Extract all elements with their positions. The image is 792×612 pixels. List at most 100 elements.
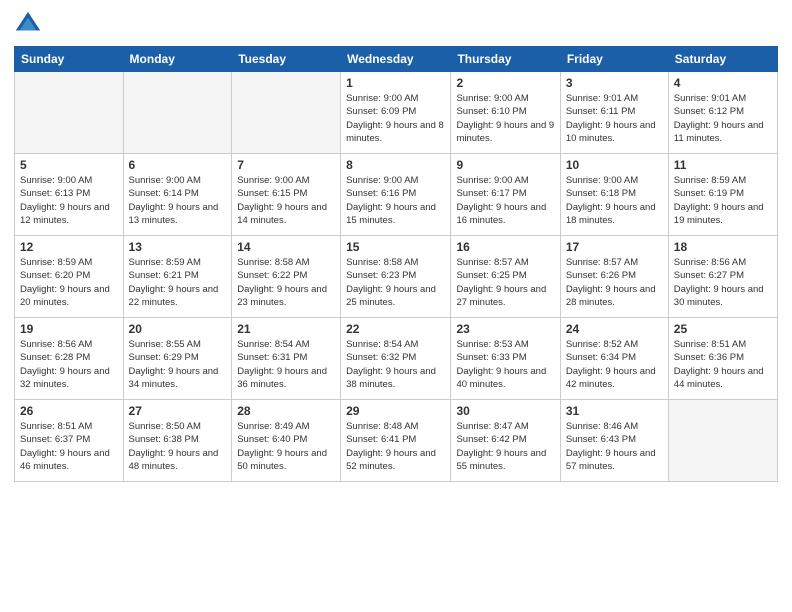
calendar-cell: 13Sunrise: 8:59 AMSunset: 6:21 PMDayligh… (123, 236, 232, 318)
day-number: 14 (237, 240, 335, 254)
week-row-1: 1 Sunrise: 9:00 AMSunset: 6:09 PMDaylight… (15, 72, 778, 154)
day-info: Sunrise: 8:54 AMSunset: 6:32 PMDaylight:… (346, 338, 445, 391)
day-number: 10 (566, 158, 663, 172)
day-number: 11 (674, 158, 772, 172)
calendar-cell: 26 Sunrise: 8:51 AMSunset: 6:37 PMDayligh… (15, 400, 124, 482)
calendar-cell: 9Sunrise: 9:00 AMSunset: 6:17 PMDaylight… (451, 154, 560, 236)
calendar-cell: 24 Sunrise: 8:52 AMSunset: 6:34 PMDayligh… (560, 318, 668, 400)
logo-icon (14, 10, 42, 38)
day-header-wednesday: Wednesday (341, 47, 451, 72)
day-info: Sunrise: 8:48 AMSunset: 6:41 PMDaylight:… (346, 420, 445, 473)
calendar-cell: 11 Sunrise: 8:59 AMSunset: 6:19 PMDayligh… (668, 154, 777, 236)
calendar-cell: 19Sunrise: 8:56 AMSunset: 6:28 PMDayligh… (15, 318, 124, 400)
calendar-header-row: SundayMondayTuesdayWednesdayThursdayFrid… (15, 47, 778, 72)
day-number: 24 (566, 322, 663, 336)
calendar-cell: 17 Sunrise: 8:57 AMSunset: 6:26 PMDayligh… (560, 236, 668, 318)
day-info: Sunrise: 9:00 AMSunset: 6:16 PMDaylight:… (346, 174, 445, 227)
calendar-cell: 31 Sunrise: 8:46 AMSunset: 6:43 PMDayligh… (560, 400, 668, 482)
day-info: Sunrise: 8:51 AMSunset: 6:36 PMDaylight:… (674, 338, 772, 391)
day-info: Sunrise: 8:58 AMSunset: 6:23 PMDaylight:… (346, 256, 445, 309)
day-header-friday: Friday (560, 47, 668, 72)
day-number: 1 (346, 76, 445, 90)
day-number: 6 (129, 158, 227, 172)
calendar-cell: 21 Sunrise: 8:54 AMSunset: 6:31 PMDayligh… (232, 318, 341, 400)
calendar-cell: 12Sunrise: 8:59 AMSunset: 6:20 PMDayligh… (15, 236, 124, 318)
day-number: 18 (674, 240, 772, 254)
day-info: Sunrise: 8:58 AMSunset: 6:22 PMDaylight:… (237, 256, 335, 309)
day-info: Sunrise: 8:52 AMSunset: 6:34 PMDaylight:… (566, 338, 663, 391)
calendar-cell (668, 400, 777, 482)
day-info: Sunrise: 8:59 AMSunset: 6:21 PMDaylight:… (129, 256, 227, 309)
day-header-thursday: Thursday (451, 47, 560, 72)
calendar-cell: 4 Sunrise: 9:01 AMSunset: 6:12 PMDaylight… (668, 72, 777, 154)
day-number: 15 (346, 240, 445, 254)
logo (14, 10, 46, 38)
day-number: 4 (674, 76, 772, 90)
calendar-cell: 2 Sunrise: 9:00 AMSunset: 6:10 PMDaylight… (451, 72, 560, 154)
day-number: 2 (456, 76, 554, 90)
day-number: 28 (237, 404, 335, 418)
day-number: 27 (129, 404, 227, 418)
day-info: Sunrise: 8:49 AMSunset: 6:40 PMDaylight:… (237, 420, 335, 473)
calendar-cell: 28 Sunrise: 8:49 AMSunset: 6:40 PMDayligh… (232, 400, 341, 482)
day-info: Sunrise: 9:00 AMSunset: 6:18 PMDaylight:… (566, 174, 663, 227)
day-info: Sunrise: 8:50 AMSunset: 6:38 PMDaylight:… (129, 420, 227, 473)
week-row-2: 5Sunrise: 9:00 AMSunset: 6:13 PMDaylight… (15, 154, 778, 236)
day-header-tuesday: Tuesday (232, 47, 341, 72)
day-info: Sunrise: 8:47 AMSunset: 6:42 PMDaylight:… (456, 420, 554, 473)
calendar-cell: 1 Sunrise: 9:00 AMSunset: 6:09 PMDaylight… (341, 72, 451, 154)
calendar-cell: 6 Sunrise: 9:00 AMSunset: 6:14 PMDaylight… (123, 154, 232, 236)
day-info: Sunrise: 8:53 AMSunset: 6:33 PMDaylight:… (456, 338, 554, 391)
calendar-cell: 18 Sunrise: 8:56 AMSunset: 6:27 PMDayligh… (668, 236, 777, 318)
day-info: Sunrise: 8:51 AMSunset: 6:37 PMDaylight:… (20, 420, 118, 473)
header (14, 10, 778, 38)
calendar-cell: 27 Sunrise: 8:50 AMSunset: 6:38 PMDayligh… (123, 400, 232, 482)
day-number: 5 (20, 158, 118, 172)
week-row-5: 26 Sunrise: 8:51 AMSunset: 6:37 PMDayligh… (15, 400, 778, 482)
day-info: Sunrise: 9:00 AMSunset: 6:17 PMDaylight:… (456, 174, 554, 227)
calendar-cell (123, 72, 232, 154)
day-info: Sunrise: 8:54 AMSunset: 6:31 PMDaylight:… (237, 338, 335, 391)
day-number: 29 (346, 404, 445, 418)
day-number: 21 (237, 322, 335, 336)
week-row-4: 19Sunrise: 8:56 AMSunset: 6:28 PMDayligh… (15, 318, 778, 400)
day-number: 16 (456, 240, 554, 254)
calendar-cell: 10 Sunrise: 9:00 AMSunset: 6:18 PMDayligh… (560, 154, 668, 236)
day-header-monday: Monday (123, 47, 232, 72)
calendar-cell (232, 72, 341, 154)
day-info: Sunrise: 9:01 AMSunset: 6:12 PMDaylight:… (674, 92, 772, 145)
calendar-cell: 14 Sunrise: 8:58 AMSunset: 6:22 PMDayligh… (232, 236, 341, 318)
day-number: 12 (20, 240, 118, 254)
day-info: Sunrise: 8:55 AMSunset: 6:29 PMDaylight:… (129, 338, 227, 391)
day-number: 31 (566, 404, 663, 418)
day-number: 22 (346, 322, 445, 336)
day-info: Sunrise: 8:57 AMSunset: 6:25 PMDaylight:… (456, 256, 554, 309)
calendar-cell (15, 72, 124, 154)
week-row-3: 12Sunrise: 8:59 AMSunset: 6:20 PMDayligh… (15, 236, 778, 318)
calendar-cell: 22 Sunrise: 8:54 AMSunset: 6:32 PMDayligh… (341, 318, 451, 400)
page: SundayMondayTuesdayWednesdayThursdayFrid… (0, 0, 792, 612)
calendar-cell: 7Sunrise: 9:00 AMSunset: 6:15 PMDaylight… (232, 154, 341, 236)
day-header-sunday: Sunday (15, 47, 124, 72)
day-info: Sunrise: 9:00 AMSunset: 6:10 PMDaylight:… (456, 92, 554, 145)
day-info: Sunrise: 8:56 AMSunset: 6:27 PMDaylight:… (674, 256, 772, 309)
calendar-cell: 15 Sunrise: 8:58 AMSunset: 6:23 PMDayligh… (341, 236, 451, 318)
day-info: Sunrise: 8:57 AMSunset: 6:26 PMDaylight:… (566, 256, 663, 309)
day-number: 8 (346, 158, 445, 172)
day-info: Sunrise: 9:00 AMSunset: 6:09 PMDaylight:… (346, 92, 445, 145)
day-info: Sunrise: 8:46 AMSunset: 6:43 PMDaylight:… (566, 420, 663, 473)
calendar-cell: 30 Sunrise: 8:47 AMSunset: 6:42 PMDayligh… (451, 400, 560, 482)
day-info: Sunrise: 8:59 AMSunset: 6:19 PMDaylight:… (674, 174, 772, 227)
day-number: 19 (20, 322, 118, 336)
calendar-cell: 16 Sunrise: 8:57 AMSunset: 6:25 PMDayligh… (451, 236, 560, 318)
calendar-cell: 23Sunrise: 8:53 AMSunset: 6:33 PMDayligh… (451, 318, 560, 400)
day-number: 30 (456, 404, 554, 418)
day-number: 26 (20, 404, 118, 418)
day-header-saturday: Saturday (668, 47, 777, 72)
calendar-cell: 8 Sunrise: 9:00 AMSunset: 6:16 PMDaylight… (341, 154, 451, 236)
calendar: SundayMondayTuesdayWednesdayThursdayFrid… (14, 46, 778, 482)
day-number: 17 (566, 240, 663, 254)
calendar-cell: 5Sunrise: 9:00 AMSunset: 6:13 PMDaylight… (15, 154, 124, 236)
day-info: Sunrise: 9:00 AMSunset: 6:14 PMDaylight:… (129, 174, 227, 227)
day-number: 3 (566, 76, 663, 90)
